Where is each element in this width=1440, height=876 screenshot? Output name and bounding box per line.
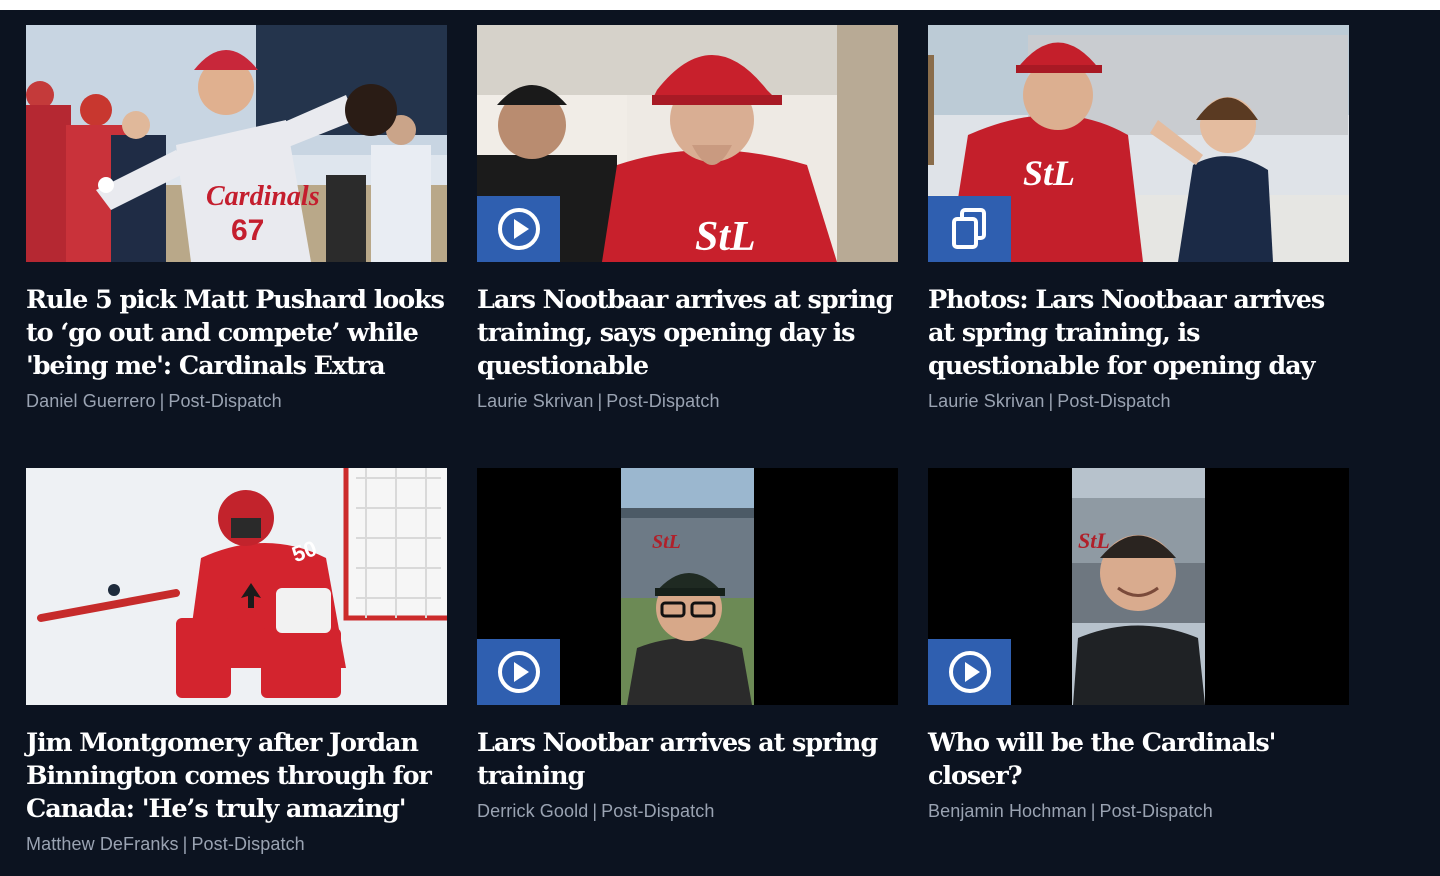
byline-separator: | xyxy=(597,391,603,411)
gallery-icon xyxy=(951,208,986,249)
story-headline[interactable]: Lars Nootbar arrives at spring training xyxy=(477,727,907,793)
story-thumbnail[interactable]: StL xyxy=(928,25,1349,262)
story-card: StL Lars Nootbar arrives at spring train… xyxy=(477,468,898,822)
byline-separator: | xyxy=(182,834,188,854)
story-headline[interactable]: Jim Montgomery after Jordan Binnington c… xyxy=(26,727,456,826)
outlet-name: Post-Dispatch xyxy=(1057,391,1171,411)
byline-separator: | xyxy=(159,391,165,411)
story-thumbnail[interactable]: 50 xyxy=(26,468,447,705)
outlet-name: Post-Dispatch xyxy=(191,834,305,854)
story-grid: Cardinals 67 Rule 5 pick Matt Pushard lo… xyxy=(0,10,1440,876)
story-thumbnail[interactable]: Cardinals 67 xyxy=(26,25,447,262)
story-thumbnail[interactable]: StL xyxy=(928,468,1349,705)
outlet-name: Post-Dispatch xyxy=(601,801,715,821)
story-card: Cardinals 67 Rule 5 pick Matt Pushard lo… xyxy=(26,25,447,412)
author-link[interactable]: Matthew DeFranks xyxy=(26,834,179,854)
svg-text:67: 67 xyxy=(231,214,264,247)
play-icon xyxy=(497,208,540,250)
story-headline[interactable]: Who will be the Cardinals' closer? xyxy=(928,727,1358,793)
svg-text:Cardinals: Cardinals xyxy=(206,181,320,212)
video-badge[interactable] xyxy=(928,639,1011,705)
svg-text:StL: StL xyxy=(1078,528,1110,553)
story-byline: Daniel Guerrero | Post-Dispatch xyxy=(26,391,447,412)
byline-separator: | xyxy=(1090,801,1096,821)
video-badge[interactable] xyxy=(477,196,560,262)
story-headline[interactable]: Photos: Lars Nootbaar arrives at spring … xyxy=(928,284,1358,383)
story-card: 50 Jim Montgomery after Jordan Binningto… xyxy=(26,468,447,855)
story-card: StL Photos: Lars Nootbaar arrives at spr… xyxy=(928,25,1349,412)
svg-text:StL: StL xyxy=(695,214,756,260)
author-link[interactable]: Laurie Skrivan xyxy=(477,391,593,411)
author-link[interactable]: Benjamin Hochman xyxy=(928,801,1087,821)
story-byline: Benjamin Hochman | Post-Dispatch xyxy=(928,801,1349,822)
byline-separator: | xyxy=(592,801,598,821)
pitcher-photo: Cardinals 67 xyxy=(26,25,447,262)
story-headline[interactable]: Rule 5 pick Matt Pushard looks to ‘go ou… xyxy=(26,284,456,383)
story-byline: Derrick Goold | Post-Dispatch xyxy=(477,801,898,822)
video-badge[interactable] xyxy=(477,639,560,705)
gallery-badge[interactable] xyxy=(928,196,1011,262)
author-link[interactable]: Daniel Guerrero xyxy=(26,391,156,411)
author-link[interactable]: Derrick Goold xyxy=(477,801,588,821)
author-link[interactable]: Laurie Skrivan xyxy=(928,391,1044,411)
story-card: StL Lars Nootbaar arrives at spring trai… xyxy=(477,25,898,412)
outlet-name: Post-Dispatch xyxy=(168,391,282,411)
top-border xyxy=(0,0,1440,10)
story-thumbnail[interactable]: StL xyxy=(477,468,898,705)
story-byline: Laurie Skrivan | Post-Dispatch xyxy=(477,391,898,412)
story-headline[interactable]: Lars Nootbaar arrives at spring training… xyxy=(477,284,907,383)
story-thumbnail[interactable]: StL xyxy=(477,25,898,262)
story-byline: Matthew DeFranks | Post-Dispatch xyxy=(26,834,447,855)
play-icon xyxy=(948,651,991,693)
svg-text:StL: StL xyxy=(652,531,681,553)
play-icon xyxy=(497,651,540,693)
outlet-name: Post-Dispatch xyxy=(606,391,720,411)
hockey-goalie-photo: 50 xyxy=(26,468,447,705)
story-card: StL Who will be the Cardinals' closer? B… xyxy=(928,468,1349,822)
story-byline: Laurie Skrivan | Post-Dispatch xyxy=(928,391,1349,412)
byline-separator: | xyxy=(1048,391,1054,411)
outlet-name: Post-Dispatch xyxy=(1099,801,1213,821)
svg-text:StL: StL xyxy=(1023,153,1075,193)
